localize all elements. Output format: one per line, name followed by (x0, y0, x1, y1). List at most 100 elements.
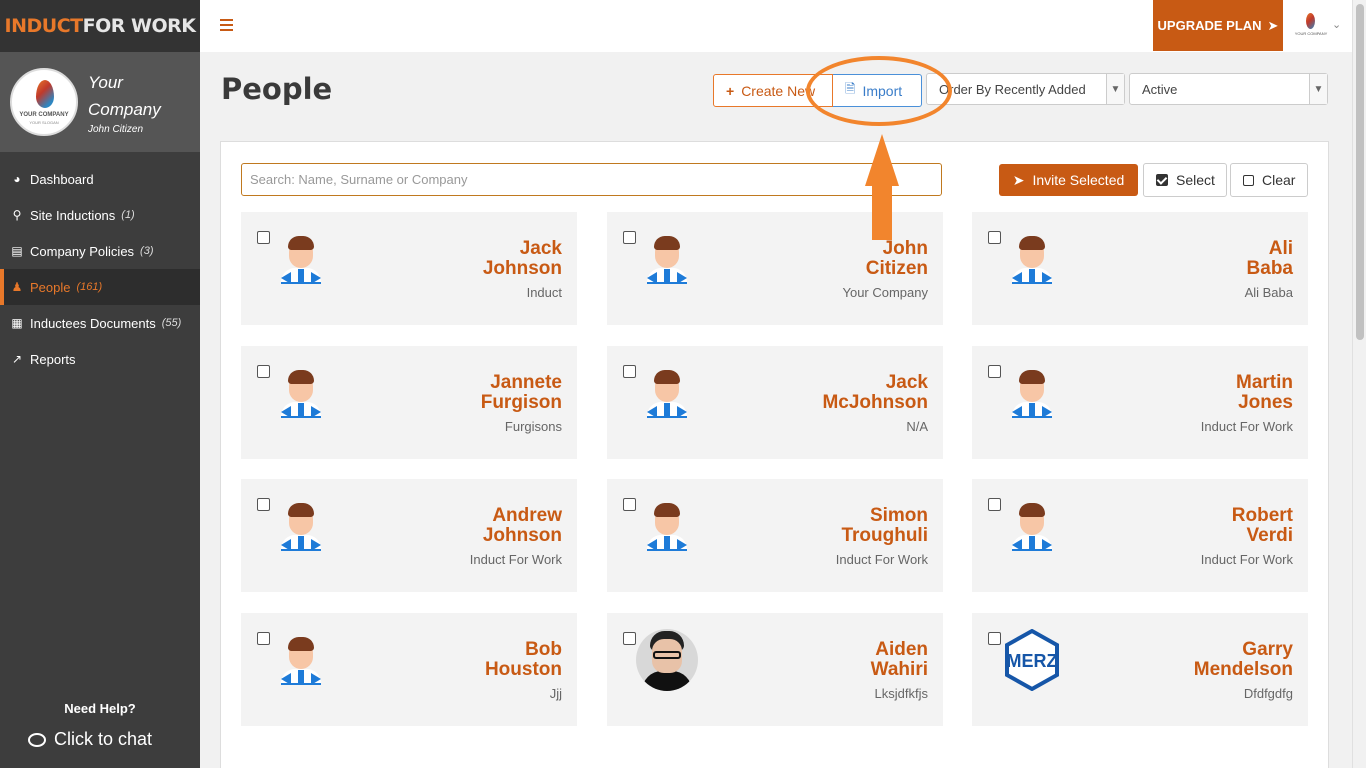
select-all-button[interactable]: Select (1143, 163, 1227, 197)
sidebar: INDUCT FOR WORK YOUR COMPANY YOUR SLOGAN … (0, 0, 200, 768)
person-name[interactable]: Jack Johnson (362, 239, 562, 279)
person-first-name: John (882, 238, 928, 259)
chat-button[interactable]: Click to chat (28, 729, 152, 750)
chart-icon: ↗ (11, 352, 23, 366)
person-last-name: Baba (1246, 258, 1293, 279)
topbar: UPGRADE PLAN ➤ YOUR COMPANY ⌄ (200, 0, 1352, 52)
company-logo-text: YOUR COMPANY (1294, 31, 1328, 36)
person-name[interactable]: Jannete Furgison (362, 373, 562, 413)
person-name[interactable]: Robert Verdi (1093, 506, 1293, 546)
chat-bubble-icon (28, 732, 46, 747)
person-name[interactable]: Bob Houston (362, 640, 562, 680)
person-card[interactable]: Martin Jones Induct For Work (972, 346, 1308, 459)
default-avatar-icon (269, 495, 333, 559)
default-avatar-icon (1000, 362, 1064, 426)
order-by-value: Order By Recently Added (939, 81, 1086, 97)
person-first-name: Robert (1231, 505, 1293, 526)
person-name[interactable]: Simon Troughuli (728, 506, 928, 546)
order-by-select[interactable]: Order By Recently Added ▼ (926, 73, 1125, 105)
default-avatar-icon (269, 629, 333, 693)
company-logo-mark (36, 80, 54, 108)
person-first-name: Aiden (875, 639, 928, 660)
import-button[interactable]: 🗎 Import (833, 74, 922, 107)
person-name[interactable]: Garry Mendelson (1093, 640, 1293, 680)
person-name[interactable]: Jack McJohnson (728, 373, 928, 413)
person-card[interactable]: Ali Baba Ali Baba (972, 212, 1308, 325)
sidebar-item-people[interactable]: ♟ People (161) (0, 269, 200, 305)
default-avatar-icon (635, 362, 699, 426)
clear-label: Clear (1262, 172, 1296, 188)
annotation-arrow-head (865, 134, 899, 186)
plus-icon: + (726, 82, 735, 99)
person-checkbox[interactable] (623, 632, 636, 645)
person-name[interactable]: Martin Jones (1093, 373, 1293, 413)
person-card[interactable]: MERZ Garry Mendelson Dfdfgdfg (972, 613, 1308, 726)
person-card[interactable]: Aiden Wahiri Lksjdfkfjs (607, 613, 943, 726)
page-scrollbar[interactable] (1352, 0, 1366, 768)
default-avatar-icon (635, 495, 699, 559)
person-first-name: Jack (519, 238, 562, 259)
menu-toggle-icon[interactable] (220, 19, 233, 31)
chevron-down-icon: ▼ (1309, 74, 1327, 104)
person-name[interactable]: Andrew Johnson (362, 506, 562, 546)
person-company: Induct For Work (469, 552, 562, 567)
company-name: Your Company (88, 73, 161, 119)
paper-plane-icon: ➤ (1012, 171, 1025, 188)
search-input[interactable] (241, 163, 942, 196)
person-first-name: Bob (525, 639, 562, 660)
person-card[interactable]: Robert Verdi Induct For Work (972, 479, 1308, 592)
person-last-name: Furgison (480, 392, 562, 413)
sidebar-item-dashboard[interactable]: ◕ Dashboard (0, 161, 200, 197)
users-icon: ♟ (11, 280, 23, 294)
upgrade-plan-button[interactable]: UPGRADE PLAN ➤ (1153, 0, 1283, 51)
sidebar-item-site-inductions[interactable]: ⚲ Site Inductions (1) (0, 197, 200, 233)
brand-logo[interactable]: INDUCT FOR WORK (0, 0, 200, 52)
person-card[interactable]: Jannete Furgison Furgisons (241, 346, 577, 459)
invite-selected-label: Invite Selected (1032, 172, 1125, 188)
person-first-name: Jack (885, 372, 928, 393)
person-last-name: Johnson (482, 258, 562, 279)
scrollbar-thumb[interactable] (1356, 4, 1364, 340)
sidebar-item-inductees-documents[interactable]: ▦ Inductees Documents (55) (0, 305, 200, 341)
person-name[interactable]: Aiden Wahiri (728, 640, 928, 680)
sidebar-item-count: (1) (121, 209, 135, 221)
person-card[interactable]: Jack McJohnson N/A (607, 346, 943, 459)
default-avatar-icon (635, 228, 699, 292)
person-company: Dfdfgdfg (1243, 686, 1293, 701)
import-label: Import (862, 82, 903, 99)
person-first-name: Andrew (492, 505, 562, 526)
person-first-name: Martin (1236, 372, 1293, 393)
person-card[interactable]: Andrew Johnson Induct For Work (241, 479, 577, 592)
clear-selection-button[interactable]: Clear (1230, 163, 1308, 197)
person-last-name: Houston (484, 659, 562, 680)
person-company: Jjj (549, 686, 562, 701)
sidebar-item-company-policies[interactable]: ▤ Company Policies (3) (0, 233, 200, 269)
person-name[interactable]: Ali Baba (1093, 239, 1293, 279)
person-first-name: Jannete (490, 372, 562, 393)
person-card[interactable]: Bob Houston Jjj (241, 613, 577, 726)
person-card[interactable]: Simon Troughuli Induct For Work (607, 479, 943, 592)
person-card[interactable]: John Citizen Your Company (607, 212, 943, 325)
chevron-down-icon[interactable]: ⌄ (1332, 18, 1341, 31)
person-last-name: Citizen (865, 258, 928, 279)
person-company: Induct For Work (1200, 419, 1293, 434)
sidebar-item-label: Inductees Documents (30, 315, 156, 331)
sidebar-item-reports[interactable]: ↗ Reports (0, 341, 200, 377)
person-photo (636, 629, 698, 691)
sidebar-item-label: Reports (30, 351, 76, 367)
person-company: Induct For Work (835, 552, 928, 567)
status-filter-value: Active (1142, 81, 1178, 97)
person-checkbox[interactable] (988, 632, 1001, 645)
person-name[interactable]: John Citizen (728, 239, 928, 279)
user-avatar[interactable]: YOUR COMPANY (1295, 10, 1327, 42)
person-card[interactable]: Jack Johnson Induct (241, 212, 577, 325)
create-new-button[interactable]: + Create New (713, 74, 833, 107)
invite-selected-button[interactable]: ➤ Invite Selected (999, 164, 1138, 196)
company-logo[interactable]: YOUR COMPANY YOUR SLOGAN (10, 68, 78, 136)
chevron-down-icon: ▼ (1106, 74, 1124, 104)
person-last-name: McJohnson (822, 392, 928, 413)
sidebar-item-count: (3) (140, 245, 154, 257)
sidebar-item-label: Dashboard (30, 171, 94, 187)
select-label: Select (1176, 172, 1215, 188)
status-filter-select[interactable]: Active ▼ (1129, 73, 1328, 105)
